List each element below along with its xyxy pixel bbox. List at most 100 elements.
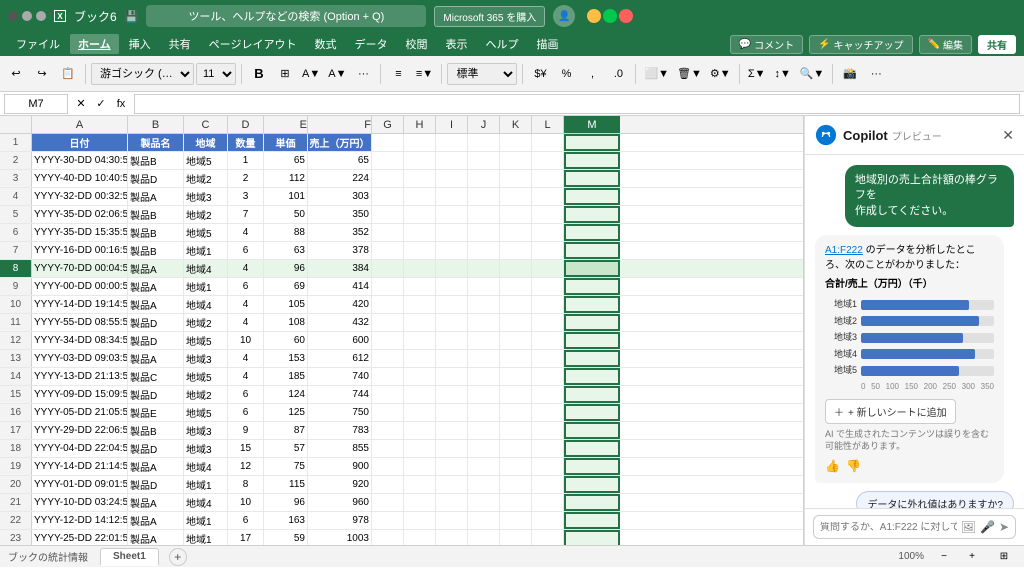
cell-D14[interactable]: 4	[228, 368, 264, 385]
cell-I5[interactable]	[436, 206, 468, 223]
image-icon[interactable]: 🖼	[961, 520, 976, 534]
zoom-in-button[interactable]: +	[960, 544, 984, 570]
cell-E22[interactable]: 163	[264, 512, 308, 529]
cell-E10[interactable]: 105	[264, 296, 308, 313]
col-header-h[interactable]: H	[404, 116, 436, 133]
cell-i1[interactable]	[436, 134, 468, 151]
search-box[interactable]: ツール、ヘルプなどの検索 (Option + Q)	[146, 5, 426, 27]
cell-m21[interactable]	[564, 494, 620, 511]
cell-m1[interactable]	[564, 134, 620, 151]
col-header-b[interactable]: B	[128, 116, 184, 133]
copilot-close-button[interactable]: ✕	[1002, 127, 1014, 144]
cell-H3[interactable]	[404, 170, 436, 187]
cell-D20[interactable]: 8	[228, 476, 264, 493]
screenshot-button[interactable]: 📸	[838, 61, 862, 87]
cell-H18[interactable]	[404, 440, 436, 457]
cell-B15[interactable]: 製品D	[128, 386, 184, 403]
cell-H14[interactable]	[404, 368, 436, 385]
cell-L23[interactable]	[532, 530, 564, 545]
cell-H4[interactable]	[404, 188, 436, 205]
cell-D12[interactable]: 10	[228, 332, 264, 349]
cell-A11[interactable]: YYYY-55-DD 08:55:55	[32, 314, 128, 331]
cell-g3[interactable]	[372, 170, 404, 187]
cell-J2[interactable]	[468, 152, 500, 169]
menu-page-layout[interactable]: ページレイアウト	[201, 34, 305, 54]
cell-B4[interactable]: 製品A	[128, 188, 184, 205]
cell-F20[interactable]: 920	[308, 476, 372, 493]
cell-H19[interactable]	[404, 458, 436, 475]
cell-H12[interactable]	[404, 332, 436, 349]
cell-L10[interactable]	[532, 296, 564, 313]
cell-I7[interactable]	[436, 242, 468, 259]
cell-H23[interactable]	[404, 530, 436, 545]
cell-A9[interactable]: YYYY-00-DD 00:00:55	[32, 278, 128, 295]
cell-D19[interactable]: 12	[228, 458, 264, 475]
cell-E5[interactable]: 50	[264, 206, 308, 223]
cell-m6[interactable]	[564, 224, 620, 241]
cell-A6[interactable]: YYYY-35-DD 15:35:55	[32, 224, 128, 241]
cell-I14[interactable]	[436, 368, 468, 385]
cell-l1[interactable]	[532, 134, 564, 151]
cell-B21[interactable]: 製品A	[128, 494, 184, 511]
cell-h1[interactable]	[404, 134, 436, 151]
col-header-e[interactable]: E	[264, 116, 308, 133]
cell-F16[interactable]: 750	[308, 404, 372, 421]
cell-E4[interactable]: 101	[264, 188, 308, 205]
sort-button[interactable]: ↕▼	[771, 61, 795, 87]
cell-J21[interactable]	[468, 494, 500, 511]
cell-I8[interactable]	[436, 260, 468, 277]
menu-draw[interactable]: 描画	[528, 34, 566, 54]
cell-F21[interactable]: 960	[308, 494, 372, 511]
cell-J14[interactable]	[468, 368, 500, 385]
cell-g7[interactable]	[372, 242, 404, 259]
fit-page-button[interactable]: ⊞	[992, 544, 1016, 570]
bold-button[interactable]: B	[247, 61, 271, 87]
cell-m13[interactable]	[564, 350, 620, 367]
cell-g9[interactable]	[372, 278, 404, 295]
cell-I21[interactable]	[436, 494, 468, 511]
cell-L12[interactable]	[532, 332, 564, 349]
cell-L21[interactable]	[532, 494, 564, 511]
cell-L5[interactable]	[532, 206, 564, 223]
cell-K11[interactable]	[500, 314, 532, 331]
cell-E21[interactable]: 96	[264, 494, 308, 511]
cell-K12[interactable]	[500, 332, 532, 349]
cell-J10[interactable]	[468, 296, 500, 313]
cell-K10[interactable]	[500, 296, 532, 313]
cell-B23[interactable]: 製品A	[128, 530, 184, 545]
cell-K5[interactable]	[500, 206, 532, 223]
cell-C3[interactable]: 地域2	[184, 170, 228, 187]
cell-K21[interactable]	[500, 494, 532, 511]
cell-E7[interactable]: 63	[264, 242, 308, 259]
menu-help[interactable]: ヘルプ	[477, 34, 526, 54]
cell-A13[interactable]: YYYY-03-DD 09:03:55	[32, 350, 128, 367]
cell-J22[interactable]	[468, 512, 500, 529]
cell-I10[interactable]	[436, 296, 468, 313]
cell-A16[interactable]: YYYY-05-DD 21:05:55	[32, 404, 128, 421]
catchup-button[interactable]: ⚡キャッチアップ	[809, 35, 912, 54]
cell-m15[interactable]	[564, 386, 620, 403]
sum-button[interactable]: Σ▼	[745, 61, 769, 87]
cell-K23[interactable]	[500, 530, 532, 545]
cell-g17[interactable]	[372, 422, 404, 439]
cancel-formula-button[interactable]: ✕	[72, 95, 90, 113]
cell-A18[interactable]: YYYY-04-DD 22:04:55	[32, 440, 128, 457]
cell-g21[interactable]	[372, 494, 404, 511]
cell-B17[interactable]: 製品B	[128, 422, 184, 439]
cell-H7[interactable]	[404, 242, 436, 259]
cell-C14[interactable]: 地域5	[184, 368, 228, 385]
cell-F13[interactable]: 612	[308, 350, 372, 367]
cell-A19[interactable]: YYYY-14-DD 21:14:55	[32, 458, 128, 475]
cell-K9[interactable]	[500, 278, 532, 295]
cell-b1[interactable]: 製品名	[128, 134, 184, 151]
cell-K2[interactable]	[500, 152, 532, 169]
cell-E2[interactable]: 65	[264, 152, 308, 169]
cell-g4[interactable]	[372, 188, 404, 205]
menu-share[interactable]: 共有	[161, 34, 199, 54]
cell-H2[interactable]	[404, 152, 436, 169]
undo-button[interactable]: ↩	[4, 61, 28, 87]
cell-m9[interactable]	[564, 278, 620, 295]
format-button[interactable]: ⚙▼	[707, 61, 734, 87]
cell-K22[interactable]	[500, 512, 532, 529]
cell-H13[interactable]	[404, 350, 436, 367]
